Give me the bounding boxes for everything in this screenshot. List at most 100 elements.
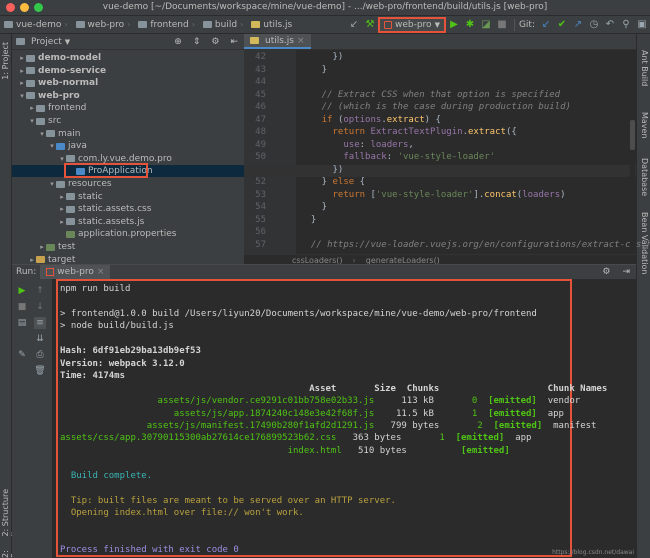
stop-icon[interactable]: ■ — [496, 19, 508, 31]
tree-item[interactable]: ▸ demo-service — [12, 65, 244, 77]
run-config-selector[interactable]: web-pro ▼ — [377, 16, 446, 33]
console-line: Tip: built files are meant to be served … — [60, 495, 396, 506]
scrollbar-thumb[interactable] — [630, 120, 635, 150]
breadcrumb-item[interactable]: utils.js — [247, 20, 296, 30]
rerun-icon[interactable]: ▶ — [16, 285, 28, 297]
tree-item[interactable]: ProApplication — [12, 163, 244, 179]
close-tab-icon[interactable]: × — [97, 267, 105, 277]
up-arrow-icon[interactable]: ↑ — [34, 285, 46, 297]
tree-item-label: com.ly.vue.demo.pro — [78, 153, 172, 164]
pin-icon[interactable]: ✎ — [16, 349, 28, 361]
console-line: Time: 4174ms — [60, 371, 126, 382]
soft-wrap-icon[interactable]: ≡ — [34, 317, 46, 329]
console-output[interactable]: npm run build > frontend@1.0.0 build /Use… — [56, 279, 607, 557]
scroll-to-end-icon[interactable]: ⇊ — [34, 333, 46, 345]
project-tool-tab[interactable]: 1: Project — [1, 42, 10, 80]
history-icon[interactable]: ◷ — [588, 19, 600, 31]
npm-icon — [46, 268, 55, 276]
tree-item[interactable]: ▸ demo-model — [12, 52, 244, 64]
console-line: Process finished with exit code 0 — [60, 545, 239, 556]
gear-icon[interactable]: ⚙ — [211, 37, 219, 47]
chevron-down-icon[interactable]: ▾ — [28, 117, 36, 125]
breadcrumb-item[interactable]: web-pro › — [72, 20, 135, 30]
chevron-down-icon: ▼ — [434, 20, 440, 29]
back-arrow-icon[interactable]: ↙ — [348, 19, 360, 31]
layout-icon[interactable]: ▣ — [636, 19, 648, 31]
chevron-down-icon[interactable]: ▾ — [58, 155, 66, 163]
tree-item[interactable]: ▸ static.assets.js — [12, 216, 244, 228]
maven-tool-tab[interactable]: Maven — [640, 112, 649, 139]
breadcrumb-item[interactable]: frontend › — [134, 20, 199, 30]
ant-build-tool-tab[interactable]: Ant Build — [640, 50, 649, 86]
project-view-selector[interactable]: Project — [31, 37, 62, 47]
folder-icon — [46, 243, 55, 251]
hide-icon[interactable]: ⇥ — [622, 267, 630, 277]
line-number: 47 — [255, 114, 266, 125]
database-tool-tab[interactable]: Database — [640, 158, 649, 196]
hide-icon[interactable]: ⇤ — [230, 37, 238, 47]
code-area[interactable]: }) } // Extract CSS when that option is … — [244, 50, 650, 260]
tree-item[interactable]: ▸ static — [12, 191, 244, 203]
git-commit-icon[interactable]: ✔ — [556, 19, 568, 31]
title-bar: vue-demo [~/Documents/workspace/mine/vue… — [0, 0, 650, 16]
gear-icon[interactable]: ⚙ — [602, 267, 610, 277]
tree-item-label: static — [78, 191, 103, 202]
tree-item[interactable]: ▸ static.assets.css — [12, 203, 244, 215]
editor-tab-bar: utils.js × — [244, 34, 636, 50]
tree-item[interactable]: ▾ resources — [12, 178, 244, 190]
chevron-right-icon[interactable]: ▸ — [38, 243, 46, 251]
line-number: 45 — [255, 89, 266, 100]
chevron-right-icon[interactable]: ▸ — [18, 54, 26, 62]
run-panel-header: Run: web-pro × ⚙ ⇥ — [12, 265, 636, 279]
chevron-down-icon[interactable]: ▼ — [65, 38, 70, 46]
chevron-right-icon[interactable]: ▸ — [28, 104, 36, 112]
breadcrumb-item[interactable]: vue-demo › — [0, 20, 72, 30]
line-number: 56 — [255, 227, 266, 237]
chevron-down-icon[interactable]: ▾ — [48, 142, 56, 150]
revert-icon[interactable]: ↶ — [604, 19, 616, 31]
chevron-right-icon[interactable]: ▸ — [18, 79, 26, 87]
chevron-down-icon[interactable]: ▾ — [48, 180, 56, 188]
chevron-down-icon[interactable]: ▾ — [38, 130, 46, 138]
editor-scrollbar[interactable] — [630, 50, 635, 254]
console-line: Asset Size Chunks Chunk Names — [60, 383, 608, 394]
stop-icon[interactable]: ■ — [16, 301, 28, 313]
tree-item[interactable]: ▾ java — [12, 140, 244, 152]
trash-icon[interactable]: 🗑 — [34, 365, 46, 377]
tree-item[interactable]: ▾ main — [12, 128, 244, 140]
chevron-right-icon[interactable]: ▸ — [18, 67, 26, 75]
tree-item[interactable]: ▸ frontend — [12, 102, 244, 114]
chevron-right-icon[interactable]: ▸ — [28, 256, 36, 264]
folder-icon — [26, 92, 35, 100]
tree-item[interactable]: ▾ web-pro — [12, 90, 244, 102]
debug-icon[interactable]: ✱ — [464, 19, 476, 31]
collapse-all-icon[interactable]: ⇕ — [193, 37, 201, 47]
console-line: > node build/build.js — [60, 321, 174, 332]
close-tab-icon[interactable]: × — [297, 36, 305, 46]
down-arrow-icon[interactable]: ↓ — [34, 301, 46, 313]
coverage-icon[interactable]: ◪ — [480, 19, 492, 31]
tree-item[interactable]: ▸ web-normal — [12, 77, 244, 89]
search-icon[interactable]: ⚲ — [620, 19, 632, 31]
breadcrumb-item[interactable]: build › — [199, 20, 247, 30]
chevron-right-icon[interactable]: ▸ — [58, 205, 66, 213]
git-update-icon[interactable]: ↙ — [540, 19, 552, 31]
run-icon[interactable]: ▶ — [448, 19, 460, 31]
print-icon[interactable]: ⎙ — [34, 349, 46, 361]
chevron-right-icon[interactable]: ▸ — [58, 218, 66, 226]
run-tab-web-pro[interactable]: web-pro × — [40, 265, 111, 279]
chevron-right-icon[interactable]: ▸ — [58, 193, 66, 201]
scroll-from-source-icon[interactable]: ⊕ — [174, 37, 182, 47]
layout-icon[interactable]: ▤ — [16, 317, 28, 329]
tree-item-label: web-normal — [38, 78, 99, 89]
git-push-icon[interactable]: ↗ — [572, 19, 584, 31]
chevron-down-icon[interactable]: ▾ — [18, 92, 26, 100]
highlight-box — [64, 163, 148, 179]
tree-item-label: java — [68, 141, 87, 152]
tree-item[interactable]: application.properties — [12, 228, 244, 240]
build-hammer-icon[interactable]: ⚒ — [364, 19, 376, 31]
tree-item[interactable]: ▾ src — [12, 115, 244, 127]
console-line: npm run build — [60, 284, 131, 294]
editor-tab-utils-js[interactable]: utils.js × — [244, 34, 311, 49]
tree-item[interactable]: ▸ test — [12, 241, 244, 253]
